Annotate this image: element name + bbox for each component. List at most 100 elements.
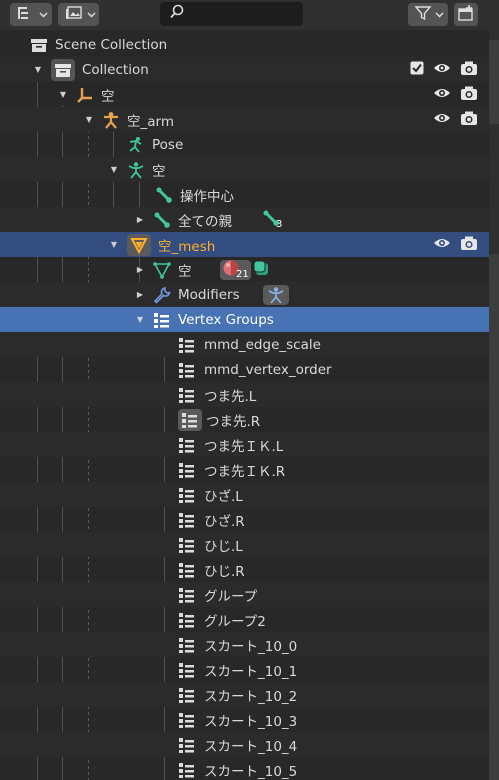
child-count-badge: 3: [276, 219, 283, 230]
vertex-group-label: ひじ.R: [204, 563, 245, 580]
vertex-group-label: つま先ＩＫ.R: [204, 463, 286, 480]
filter-dropdown[interactable]: [408, 3, 448, 26]
vertex-group-row[interactable]: つま先.L: [0, 382, 489, 407]
vertex-group-icon: [178, 761, 196, 779]
vertex-group-row[interactable]: ひじ.L: [0, 532, 489, 557]
vertex-group-icon: [178, 736, 196, 754]
vertex-group-row[interactable]: スカート_10_4: [0, 732, 489, 757]
child-bones-indicator[interactable]: 3: [262, 207, 282, 232]
outliner-view-icon: [16, 5, 36, 25]
bone-icon: [155, 186, 173, 204]
filter-type-dropdown[interactable]: [58, 3, 99, 26]
tree-row-mesh-data[interactable]: ▶ 空 21: [0, 257, 489, 282]
tree-row-armature-data[interactable]: ▼ 空: [0, 157, 489, 182]
empty-axes-icon: [76, 86, 94, 104]
vertex-group-icon: [178, 586, 196, 604]
expand-triangle-icon[interactable]: ▼: [57, 82, 69, 107]
vertex-group-row[interactable]: ひざ.R: [0, 507, 489, 532]
vertex-group-row[interactable]: スカート_10_2: [0, 682, 489, 707]
vertex-group-icon: [178, 408, 202, 431]
vertex-group-label: ひざ.L: [204, 488, 243, 505]
chevron-down-icon: [39, 7, 48, 23]
eye-icon[interactable]: [433, 111, 451, 129]
expand-triangle-icon[interactable]: ▼: [108, 232, 120, 257]
vertex-group-row[interactable]: mmd_vertex_order: [0, 357, 489, 382]
expand-triangle-icon[interactable]: ▼: [83, 107, 95, 132]
vertex-group-label: mmd_vertex_order: [204, 361, 332, 378]
eye-icon[interactable]: [433, 86, 451, 104]
tree-label: Collection: [82, 61, 149, 78]
shape-keys-icon: [252, 259, 270, 281]
vertex-group-row[interactable]: スカート_10_3: [0, 707, 489, 732]
tree-row-collection[interactable]: ▼ Collection: [0, 57, 489, 82]
expand-triangle-icon[interactable]: ▶: [134, 282, 146, 307]
vertex-group-label: グループ2: [204, 613, 266, 630]
vertex-group-icon: [178, 461, 196, 479]
vertex-group-row[interactable]: グループ: [0, 582, 489, 607]
tree-row-bone[interactable]: ▶ 全ての親 3: [0, 207, 489, 232]
mesh-data-icon: [153, 261, 171, 279]
camera-icon[interactable]: [460, 235, 478, 255]
funnel-icon: [414, 5, 432, 25]
tree-row-modifiers[interactable]: ▶ Modifiers: [0, 282, 489, 307]
tree-row-mesh-object[interactable]: ▼ 空_mesh: [0, 232, 489, 257]
vertex-group-icon: [178, 661, 196, 679]
vertex-group-label: つま先.L: [204, 388, 257, 405]
camera-icon[interactable]: [460, 60, 478, 80]
vertex-group-label: ひざ.R: [204, 513, 245, 530]
tree-row-armature-object[interactable]: ▼ 空_arm: [0, 107, 489, 132]
vertex-group-row[interactable]: つま先ＩＫ.L: [0, 432, 489, 457]
new-collection-icon: [457, 4, 475, 26]
vertex-groups-icon: [153, 311, 171, 329]
tree-label: 空_mesh: [158, 238, 216, 255]
tree-row-vertex-groups[interactable]: ▼ Vertex Groups: [0, 307, 489, 332]
expand-triangle-icon[interactable]: ▼: [134, 307, 146, 332]
tree-label: 空: [178, 263, 192, 280]
vertex-group-row[interactable]: グループ2: [0, 607, 489, 632]
outliner-tree: Scene Collection ▼ Collection ▼ 空 ▼ 空_ar…: [0, 30, 489, 780]
eye-icon[interactable]: [433, 61, 451, 79]
vertex-group-label: グループ: [204, 588, 258, 605]
tree-label: Modifiers: [178, 286, 240, 303]
camera-icon[interactable]: [460, 110, 478, 130]
vertex-group-icon: [178, 486, 196, 504]
expand-triangle-icon[interactable]: ▼: [108, 157, 120, 182]
tree-label: 全ての親: [178, 213, 232, 230]
tree-row-bone[interactable]: 操作中心: [0, 182, 489, 207]
armature-modifier-indicator[interactable]: [263, 282, 289, 307]
vertex-group-row[interactable]: ひざ.L: [0, 482, 489, 507]
armature-data-icon: [127, 161, 145, 179]
eye-icon[interactable]: [433, 236, 451, 254]
vertex-group-label: スカート_10_3: [204, 713, 298, 730]
vertex-group-row[interactable]: つま先ＩＫ.R: [0, 457, 489, 482]
vertex-group-icon: [178, 336, 196, 354]
vertex-group-icon: [178, 636, 196, 654]
vertex-group-row[interactable]: mmd_edge_scale: [0, 332, 489, 357]
camera-icon[interactable]: [460, 85, 478, 105]
vertex-group-row[interactable]: スカート_10_5: [0, 757, 489, 780]
tree-row-pose[interactable]: Pose: [0, 132, 489, 157]
expand-triangle-icon[interactable]: ▶: [134, 257, 146, 282]
expand-triangle-icon[interactable]: ▶: [134, 207, 146, 232]
vertex-group-icon: [178, 511, 196, 529]
tree-label: Vertex Groups: [178, 311, 274, 328]
bone-icon: [153, 211, 171, 229]
tree-row-object-sora[interactable]: ▼ 空: [0, 82, 489, 107]
wrench-icon: [153, 286, 171, 304]
exclude-checkbox[interactable]: [410, 61, 424, 79]
tree-row-scene-collection[interactable]: Scene Collection: [0, 32, 489, 57]
vertex-group-icon: [178, 561, 196, 579]
display-mode-dropdown[interactable]: [10, 3, 52, 26]
new-collection-button[interactable]: [454, 3, 478, 26]
tree-label: 空_arm: [127, 113, 174, 130]
vertex-group-row[interactable]: ひじ.R: [0, 557, 489, 582]
search-icon: [169, 4, 185, 24]
expand-triangle-icon[interactable]: ▼: [32, 57, 44, 82]
vertex-group-row[interactable]: つま先.R: [0, 407, 489, 432]
materials-indicator[interactable]: 21: [220, 257, 270, 282]
vertex-group-row[interactable]: スカート_10_1: [0, 657, 489, 682]
search-input[interactable]: [160, 2, 303, 26]
material-count-badge: 21: [236, 269, 249, 280]
chevron-down-icon: [435, 7, 444, 23]
vertex-group-row[interactable]: スカート_10_0: [0, 632, 489, 657]
